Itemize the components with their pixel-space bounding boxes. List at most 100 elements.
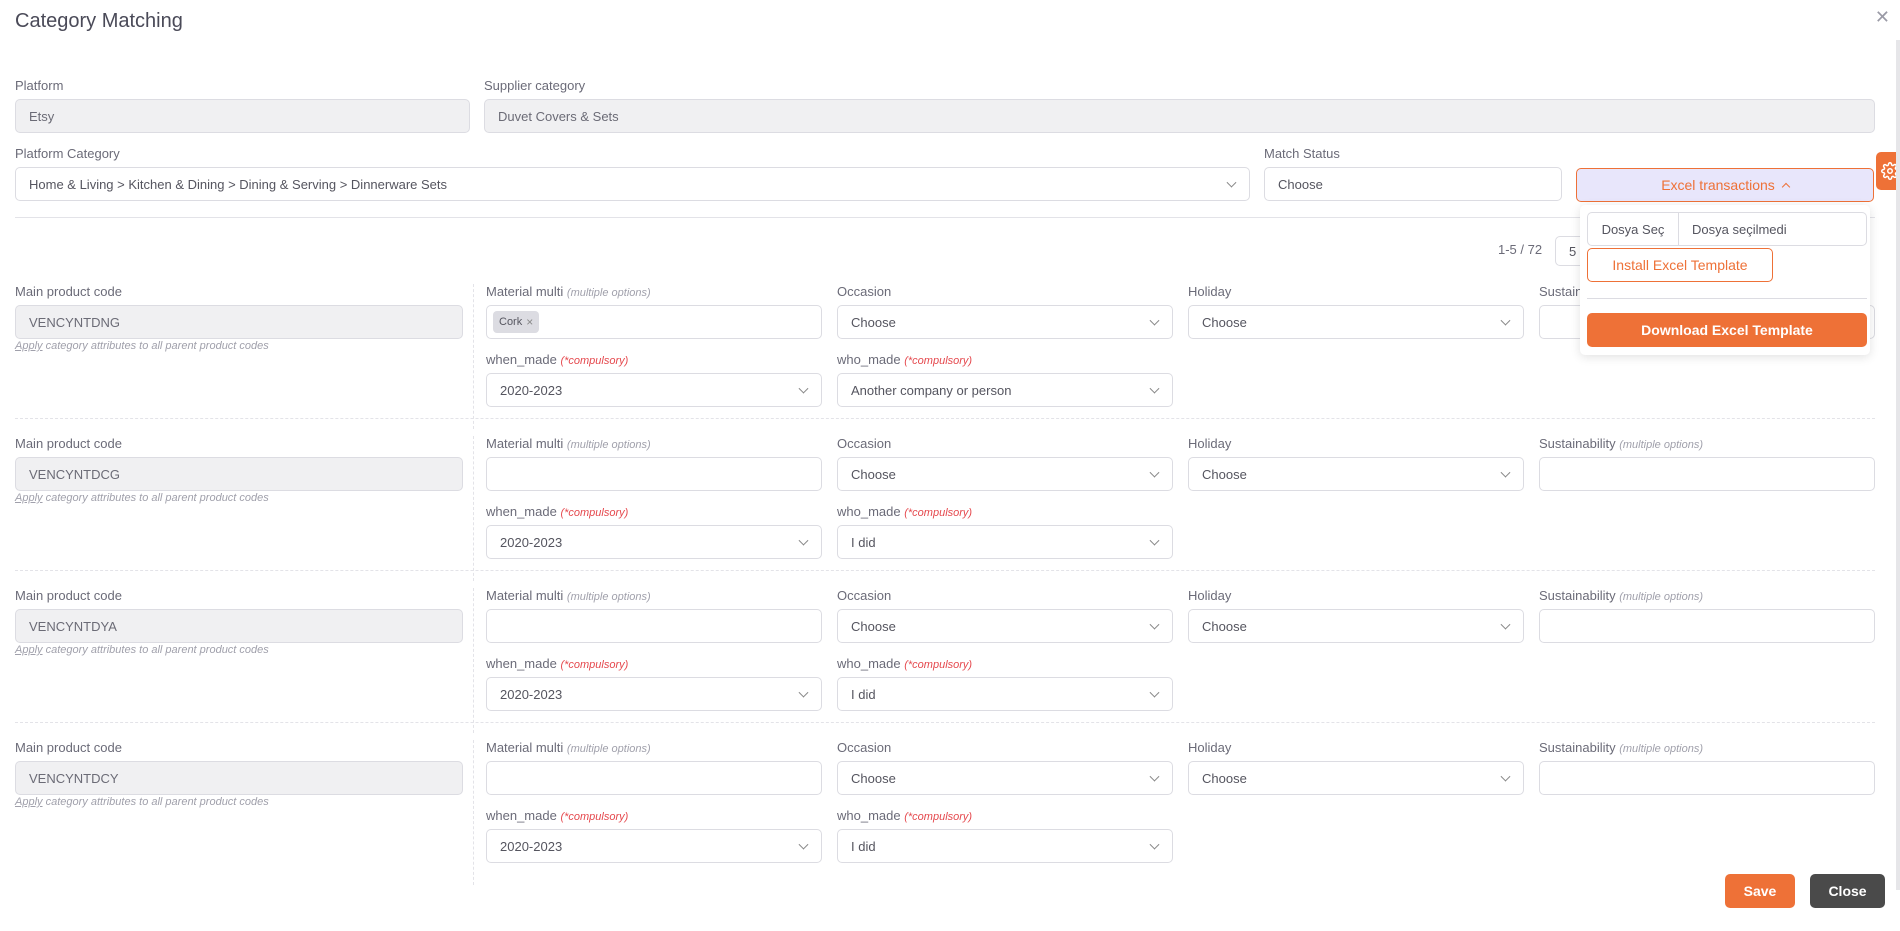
apply-text: category attributes to all parent produc… — [42, 644, 269, 656]
chevron-down-icon — [798, 687, 809, 698]
apply-note: Apply category attributes to all parent … — [15, 796, 269, 808]
compulsory-hint: (*compulsory) — [904, 355, 973, 367]
holiday-label: Holiday — [1188, 436, 1232, 451]
material-multiselect[interactable] — [486, 761, 822, 795]
multiple-hint: (multiple options) — [566, 591, 651, 603]
install-excel-template-button[interactable]: Install Excel Template — [1587, 248, 1773, 282]
material-multiselect[interactable] — [486, 609, 822, 643]
apply-link[interactable]: Apply — [15, 340, 43, 352]
row-divider — [15, 570, 1875, 571]
sustainability-multiselect[interactable] — [1539, 609, 1875, 643]
when-made-select[interactable]: 2020-2023 — [486, 525, 822, 559]
main-code-field: Main product code VENCYNTDYA — [15, 588, 463, 643]
remove-chip-icon[interactable]: × — [526, 315, 533, 329]
who-made-value: I did — [851, 838, 876, 854]
occasion-select[interactable]: Choose — [837, 305, 1173, 339]
material-multiselect[interactable]: Cork × — [486, 305, 822, 339]
when-made-select[interactable]: 2020-2023 — [486, 677, 822, 711]
apply-text: category attributes to all parent produc… — [42, 492, 269, 504]
who-made-value: I did — [851, 686, 876, 702]
main-code-input[interactable]: VENCYNTDCY — [15, 761, 463, 795]
material-label: Material multi (multiple options) — [486, 436, 822, 451]
chevron-down-icon — [1149, 315, 1160, 326]
excel-dropdown-menu: Dosya Seç Dosya seçilmedi Install Excel … — [1580, 205, 1870, 355]
who-made-value: Another company or person — [851, 382, 1012, 398]
occasion-select[interactable]: Choose — [837, 761, 1173, 795]
apply-link[interactable]: Apply — [15, 492, 43, 504]
who-made-select[interactable]: I did — [837, 677, 1173, 711]
holiday-select[interactable]: Choose — [1188, 457, 1524, 491]
supplier-category-field: Supplier category Duvet Covers & Sets — [484, 78, 1875, 133]
material-label-text: Material multi — [486, 284, 564, 299]
modal-title: Category Matching — [15, 10, 183, 32]
main-code-label: Main product code — [15, 588, 122, 603]
who-made-field: who_made (*compulsory) Another company o… — [837, 352, 1173, 407]
product-row: Main product code VENCYNTDYA Apply categ… — [0, 588, 1900, 740]
material-field: Material multi (multiple options) Cork × — [486, 284, 822, 339]
main-code-input[interactable]: VENCYNTDCG — [15, 457, 463, 491]
apply-note: Apply category attributes to all parent … — [15, 644, 269, 656]
holiday-select[interactable]: Choose — [1188, 305, 1524, 339]
occasion-value: Choose — [851, 618, 896, 634]
who-made-field: who_made (*compulsory) I did — [837, 504, 1173, 559]
chevron-down-icon — [1149, 535, 1160, 546]
when-made-label-text: when_made — [486, 656, 557, 671]
multiple-hint: (multiple options) — [1619, 439, 1703, 451]
close-icon[interactable]: ✕ — [1875, 8, 1890, 26]
close-button[interactable]: Close — [1810, 874, 1885, 908]
chevron-down-icon — [1149, 467, 1160, 478]
when-made-select[interactable]: 2020-2023 — [486, 829, 822, 863]
when-made-value: 2020-2023 — [500, 838, 563, 854]
column-divider — [473, 284, 474, 429]
holiday-field: Holiday Choose — [1188, 588, 1524, 643]
platform-input[interactable]: Etsy — [15, 99, 470, 133]
when-made-select[interactable]: 2020-2023 — [486, 373, 822, 407]
match-status-select[interactable]: Choose — [1264, 167, 1562, 201]
row-divider — [15, 418, 1875, 419]
supplier-category-input[interactable]: Duvet Covers & Sets — [484, 99, 1875, 133]
apply-link[interactable]: Apply — [15, 644, 43, 656]
excel-transactions-button[interactable]: Excel transactions — [1576, 168, 1874, 202]
choose-file-button[interactable]: Dosya Seç — [1588, 213, 1679, 245]
who-made-select[interactable]: I did — [837, 525, 1173, 559]
material-label-text: Material multi — [486, 436, 564, 451]
scrollbar[interactable] — [1896, 40, 1900, 890]
holiday-select[interactable]: Choose — [1188, 761, 1524, 795]
occasion-select[interactable]: Choose — [837, 609, 1173, 643]
main-code-input[interactable]: VENCYNTDNG — [15, 305, 463, 339]
who-made-select[interactable]: I did — [837, 829, 1173, 863]
main-code-label: Main product code — [15, 284, 122, 299]
who-made-label-text: who_made — [837, 656, 901, 671]
apply-note: Apply category attributes to all parent … — [15, 492, 269, 504]
material-chip-label: Cork — [499, 316, 523, 328]
chevron-down-icon — [1500, 467, 1511, 478]
sustainability-multiselect[interactable] — [1539, 457, 1875, 491]
sustainability-multiselect[interactable] — [1539, 761, 1875, 795]
apply-link[interactable]: Apply — [15, 796, 43, 808]
save-button[interactable]: Save — [1725, 874, 1795, 908]
occasion-label: Occasion — [837, 588, 892, 603]
who-made-label: who_made (*compulsory) — [837, 504, 1173, 519]
main-code-field: Main product code VENCYNTDCG — [15, 436, 463, 491]
sustainability-label: Sustainability (multiple options) — [1539, 436, 1875, 451]
material-field: Material multi (multiple options) — [486, 588, 822, 643]
holiday-select[interactable]: Choose — [1188, 609, 1524, 643]
occasion-value: Choose — [851, 314, 896, 330]
who-made-label: who_made (*compulsory) — [837, 352, 1173, 367]
sustainability-field: Sustainability (multiple options) — [1539, 740, 1875, 795]
file-input[interactable]: Dosya Seç Dosya seçilmedi — [1587, 212, 1867, 246]
match-status-label: Match Status — [1264, 146, 1340, 161]
material-label-text: Material multi — [486, 740, 564, 755]
chevron-down-icon — [1226, 177, 1237, 188]
match-status-field: Match Status Choose — [1264, 146, 1562, 201]
download-excel-template-button[interactable]: Download Excel Template — [1587, 313, 1867, 347]
occasion-label: Occasion — [837, 436, 892, 451]
main-code-input[interactable]: VENCYNTDYA — [15, 609, 463, 643]
main-code-field: Main product code VENCYNTDCY — [15, 740, 463, 795]
who-made-select[interactable]: Another company or person — [837, 373, 1173, 407]
platform-category-select[interactable]: Home & Living > Kitchen & Dining > Dinin… — [15, 167, 1250, 201]
who-made-field: who_made (*compulsory) I did — [837, 656, 1173, 711]
holiday-field: Holiday Choose — [1188, 436, 1524, 491]
material-multiselect[interactable] — [486, 457, 822, 491]
occasion-select[interactable]: Choose — [837, 457, 1173, 491]
